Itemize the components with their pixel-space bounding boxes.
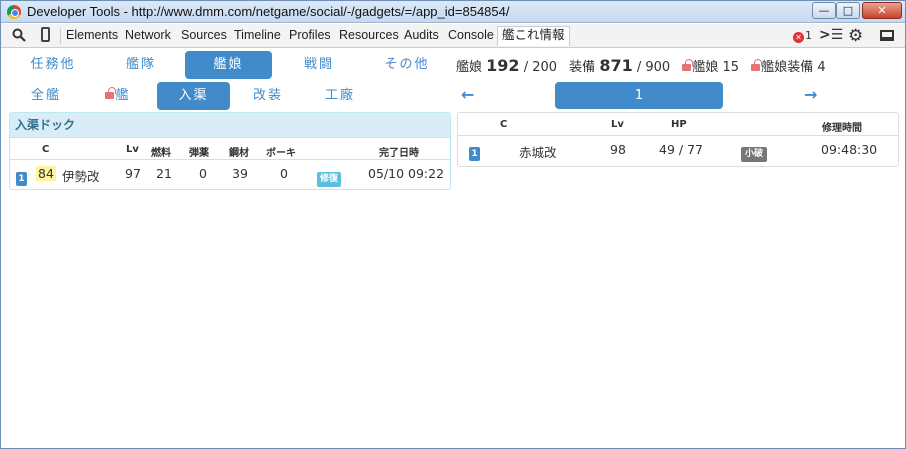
tab-audits[interactable]: Audits bbox=[404, 28, 439, 43]
col-header-complete-time: 完了日時 bbox=[379, 148, 419, 159]
subnav-remodel[interactable]: 改装 bbox=[237, 82, 299, 110]
search-icon[interactable] bbox=[12, 28, 26, 46]
subnav-docking[interactable]: 入渠 bbox=[157, 82, 230, 110]
col-header-bauxite: ボーキ bbox=[266, 148, 296, 159]
docking-panel-title: 入渠ドック bbox=[10, 113, 450, 138]
col-header-lv: Lv bbox=[611, 119, 624, 130]
ship-name[interactable]: 赤城改 bbox=[519, 142, 557, 161]
title-bar[interactable]: Developer Tools - http://www.dmm.com/net… bbox=[1, 1, 905, 23]
ship-number-badge: 1 bbox=[469, 144, 480, 161]
fuel-cost: 21 bbox=[156, 166, 172, 181]
subnav-locked-label: 艦 bbox=[115, 88, 131, 103]
subnav-locked-ships[interactable]: 艦 bbox=[87, 82, 149, 110]
subnav-arsenal[interactable]: 工廠 bbox=[309, 82, 371, 110]
toolbar-divider bbox=[60, 28, 61, 44]
locked-ship-label: 艦娘 bbox=[692, 60, 719, 75]
gear-icon[interactable]: ⚙ bbox=[848, 26, 863, 46]
divider bbox=[10, 159, 450, 160]
minimize-button[interactable]: — bbox=[812, 2, 836, 19]
devtools-toolbar: Elements Network Sources Timeline Profil… bbox=[1, 24, 905, 48]
repair-time: 09:48:30 bbox=[821, 142, 878, 157]
console-drawer-icon[interactable]: >☰ bbox=[819, 27, 843, 43]
locked-equip-label: 艦娘装備 bbox=[761, 60, 814, 75]
next-page-icon[interactable]: → bbox=[804, 85, 817, 104]
ship-max: / 200 bbox=[523, 60, 558, 75]
chrome-logo-icon bbox=[7, 5, 21, 19]
tab-sources[interactable]: Sources bbox=[181, 28, 227, 43]
device-mode-icon[interactable] bbox=[41, 27, 50, 42]
ship-lv: 98 bbox=[610, 142, 626, 157]
ship-lv: 97 bbox=[125, 166, 141, 181]
tab-timeline[interactable]: Timeline bbox=[234, 28, 281, 43]
locked-ship-count: 15 bbox=[722, 60, 740, 75]
bauxite-cost: 0 bbox=[280, 166, 288, 181]
col-header-steel: 鋼材 bbox=[229, 148, 249, 159]
lock-icon bbox=[751, 59, 763, 71]
col-header-lv: Lv bbox=[126, 144, 139, 155]
ammo-cost: 0 bbox=[199, 166, 207, 181]
col-header-fuel: 燃料 bbox=[151, 148, 171, 159]
window-title: Developer Tools - http://www.dmm.com/net… bbox=[27, 4, 510, 19]
tab-console[interactable]: Console bbox=[448, 28, 494, 43]
ship-count-label: 艦娘 bbox=[456, 60, 483, 75]
tab-network[interactable]: Network bbox=[125, 28, 171, 43]
error-icon: ✕ bbox=[793, 32, 804, 43]
repair-list: C Lv HP 修理時間 1 赤城改 98 49 / 77 小破 09:48:3… bbox=[457, 112, 899, 167]
ship-level: 84 bbox=[36, 166, 56, 181]
equip-count-label: 装備 bbox=[569, 60, 596, 75]
ship-name[interactable]: 伊勢改 bbox=[62, 166, 100, 185]
damage-badge: 小破 bbox=[741, 144, 768, 162]
tab-profiles[interactable]: Profiles bbox=[289, 28, 331, 43]
prev-page-icon[interactable]: ← bbox=[461, 85, 474, 104]
col-header-repair-time: 修理時間 bbox=[822, 123, 862, 134]
ship-count: 192 bbox=[486, 56, 520, 75]
nav-fleet[interactable]: 艦隊 bbox=[103, 51, 179, 79]
subnav-all-ships[interactable]: 全艦 bbox=[15, 82, 77, 110]
maximize-button[interactable]: □ bbox=[836, 2, 860, 19]
equip-count: 871 bbox=[599, 56, 633, 75]
divider bbox=[458, 135, 898, 136]
ship-hp: 49 / 77 bbox=[659, 142, 703, 157]
locked-equip-count: 4 bbox=[817, 60, 826, 75]
nav-ships[interactable]: 艦娘 bbox=[185, 51, 272, 79]
error-count: 1 bbox=[805, 29, 812, 42]
nav-quests[interactable]: 任務他 bbox=[15, 51, 91, 79]
devtools-window: Developer Tools - http://www.dmm.com/net… bbox=[0, 0, 906, 449]
error-counter[interactable]: ✕ 1 bbox=[793, 29, 812, 43]
equip-max: / 900 bbox=[636, 60, 671, 75]
lock-icon bbox=[682, 59, 694, 71]
lock-icon bbox=[105, 87, 117, 99]
docking-panel: 入渠ドック C Lv 燃料 弾薬 鋼材 ボーキ 完了日時 1 84 伊勢改 97… bbox=[9, 112, 451, 190]
kancolle-panel: 任務他 艦隊 艦娘 戦闘 その他 艦娘 192 / 200 装備 871 / 9… bbox=[1, 49, 905, 448]
page-indicator[interactable]: 1 bbox=[555, 82, 723, 109]
nav-other[interactable]: その他 bbox=[369, 51, 445, 79]
tab-resources[interactable]: Resources bbox=[339, 28, 399, 43]
col-header-c: C bbox=[500, 119, 508, 130]
col-header-hp: HP bbox=[671, 119, 687, 130]
dock-number-badge: 1 bbox=[16, 169, 27, 186]
col-header-c: C bbox=[42, 144, 50, 155]
status-badge: 修復 bbox=[317, 169, 342, 187]
steel-cost: 39 bbox=[232, 166, 248, 181]
col-header-ammo: 弾薬 bbox=[189, 148, 209, 159]
complete-time: 05/10 09:22 bbox=[368, 166, 445, 181]
dock-icon[interactable] bbox=[880, 30, 894, 41]
tab-elements[interactable]: Elements bbox=[66, 28, 118, 43]
tab-kancolle-info[interactable]: 艦これ情報 bbox=[497, 26, 570, 46]
nav-battle[interactable]: 戦闘 bbox=[281, 51, 357, 79]
close-button[interactable]: ✕ bbox=[862, 2, 902, 19]
resource-stats: 艦娘 192 / 200 装備 871 / 900 艦娘 15 艦娘装備 4 bbox=[456, 56, 826, 75]
